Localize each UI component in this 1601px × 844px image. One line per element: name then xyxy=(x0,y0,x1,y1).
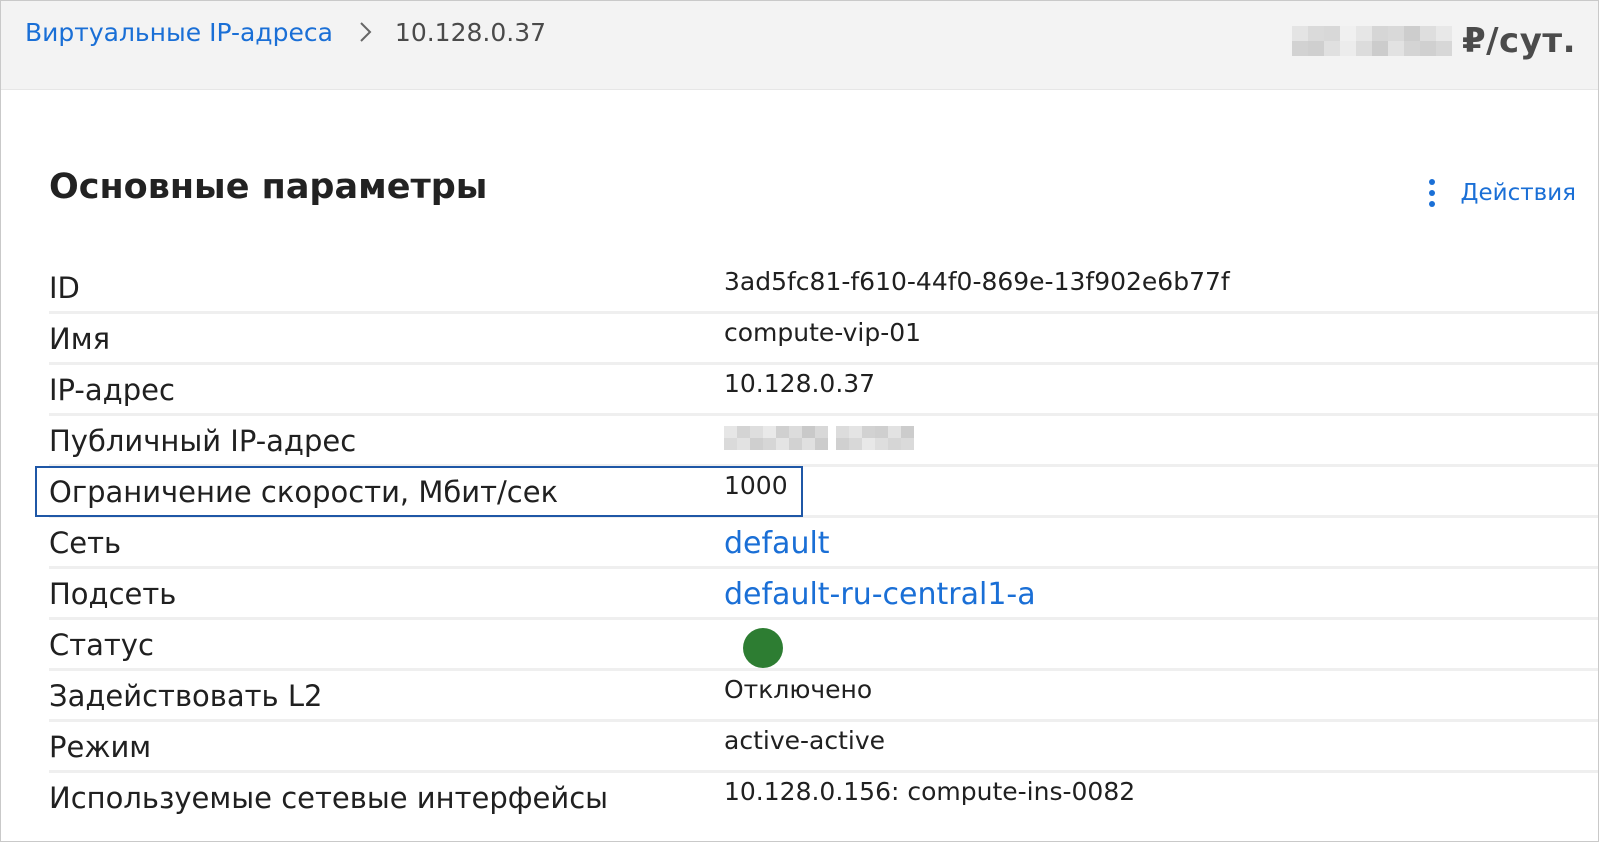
property-row-subnet: Подсеть default-ru-central1-a xyxy=(49,569,1598,620)
property-label: IP-адрес xyxy=(49,373,175,407)
masked-public-ip xyxy=(724,426,914,450)
more-vertical-icon xyxy=(1428,179,1435,207)
page-frame: Виртуальные IP-адреса 10.128.0.37 ₽/сут. xyxy=(0,0,1599,842)
actions-button[interactable]: Действия xyxy=(1428,179,1576,207)
masked-price-amount xyxy=(1291,26,1452,56)
actions-label: Действия xyxy=(1460,180,1576,206)
property-value: Отключено xyxy=(724,675,873,704)
breadcrumb: Виртуальные IP-адреса 10.128.0.37 xyxy=(25,15,546,49)
property-value: compute-vip-01 xyxy=(724,318,922,347)
property-label: ID xyxy=(49,271,80,305)
section-title: Основные параметры xyxy=(49,167,488,207)
property-value: 10.128.0.37 xyxy=(724,369,876,398)
property-label: Статус xyxy=(49,628,154,662)
breadcrumb-parent-link[interactable]: Виртуальные IP-адреса xyxy=(25,18,333,47)
network-link[interactable]: default xyxy=(724,526,830,561)
property-value: 1000 xyxy=(724,471,788,500)
property-row-network: Сеть default xyxy=(49,518,1598,569)
daily-price: ₽/сут. xyxy=(1291,21,1576,61)
property-label: Имя xyxy=(49,322,111,356)
breadcrumb-current: 10.128.0.37 xyxy=(394,17,547,47)
property-row-ip: IP-адрес 10.128.0.37 xyxy=(49,365,1598,416)
property-label: Режим xyxy=(49,730,152,764)
property-row-name: Имя compute-vip-01 xyxy=(49,314,1598,365)
properties-list: ID 3ad5fc81-f610-44f0-869e-13f902e6b77f … xyxy=(35,263,1598,824)
property-value: active-active xyxy=(724,726,885,755)
top-bar: Виртуальные IP-адреса 10.128.0.37 ₽/сут. xyxy=(1,1,1598,90)
property-row-interfaces: Используемые сетевые интерфейсы 10.128.0… xyxy=(49,773,1598,824)
property-value: 10.128.0.156: compute-ins-0082 xyxy=(724,777,1136,806)
property-label: Ограничение скорости, Мбит/сек xyxy=(49,475,559,509)
property-row-id: ID 3ad5fc81-f610-44f0-869e-13f902e6b77f xyxy=(49,263,1598,314)
property-row-mode: Режим active-active xyxy=(49,722,1598,773)
property-label: Задействовать L2 xyxy=(49,679,323,713)
property-label: Сеть xyxy=(49,526,122,560)
status-ok-icon xyxy=(743,628,783,668)
property-row-status: Статус xyxy=(49,620,1598,671)
subnet-link[interactable]: default-ru-central1-a xyxy=(724,577,1036,612)
property-row-speed-limit: Ограничение скорости, Мбит/сек 1000 xyxy=(35,466,1598,518)
property-row-public-ip: Публичный IP-адрес xyxy=(49,416,1598,467)
property-row-l2: Задействовать L2 Отключено xyxy=(49,671,1598,722)
chevron-right-icon xyxy=(355,21,377,43)
property-label: Используемые сетевые интерфейсы xyxy=(49,781,609,815)
property-label: Публичный IP-адрес xyxy=(49,424,357,458)
property-label: Подсеть xyxy=(49,577,177,611)
price-unit: ₽/сут. xyxy=(1461,21,1576,61)
property-value: 3ad5fc81-f610-44f0-869e-13f902e6b77f xyxy=(724,267,1230,296)
